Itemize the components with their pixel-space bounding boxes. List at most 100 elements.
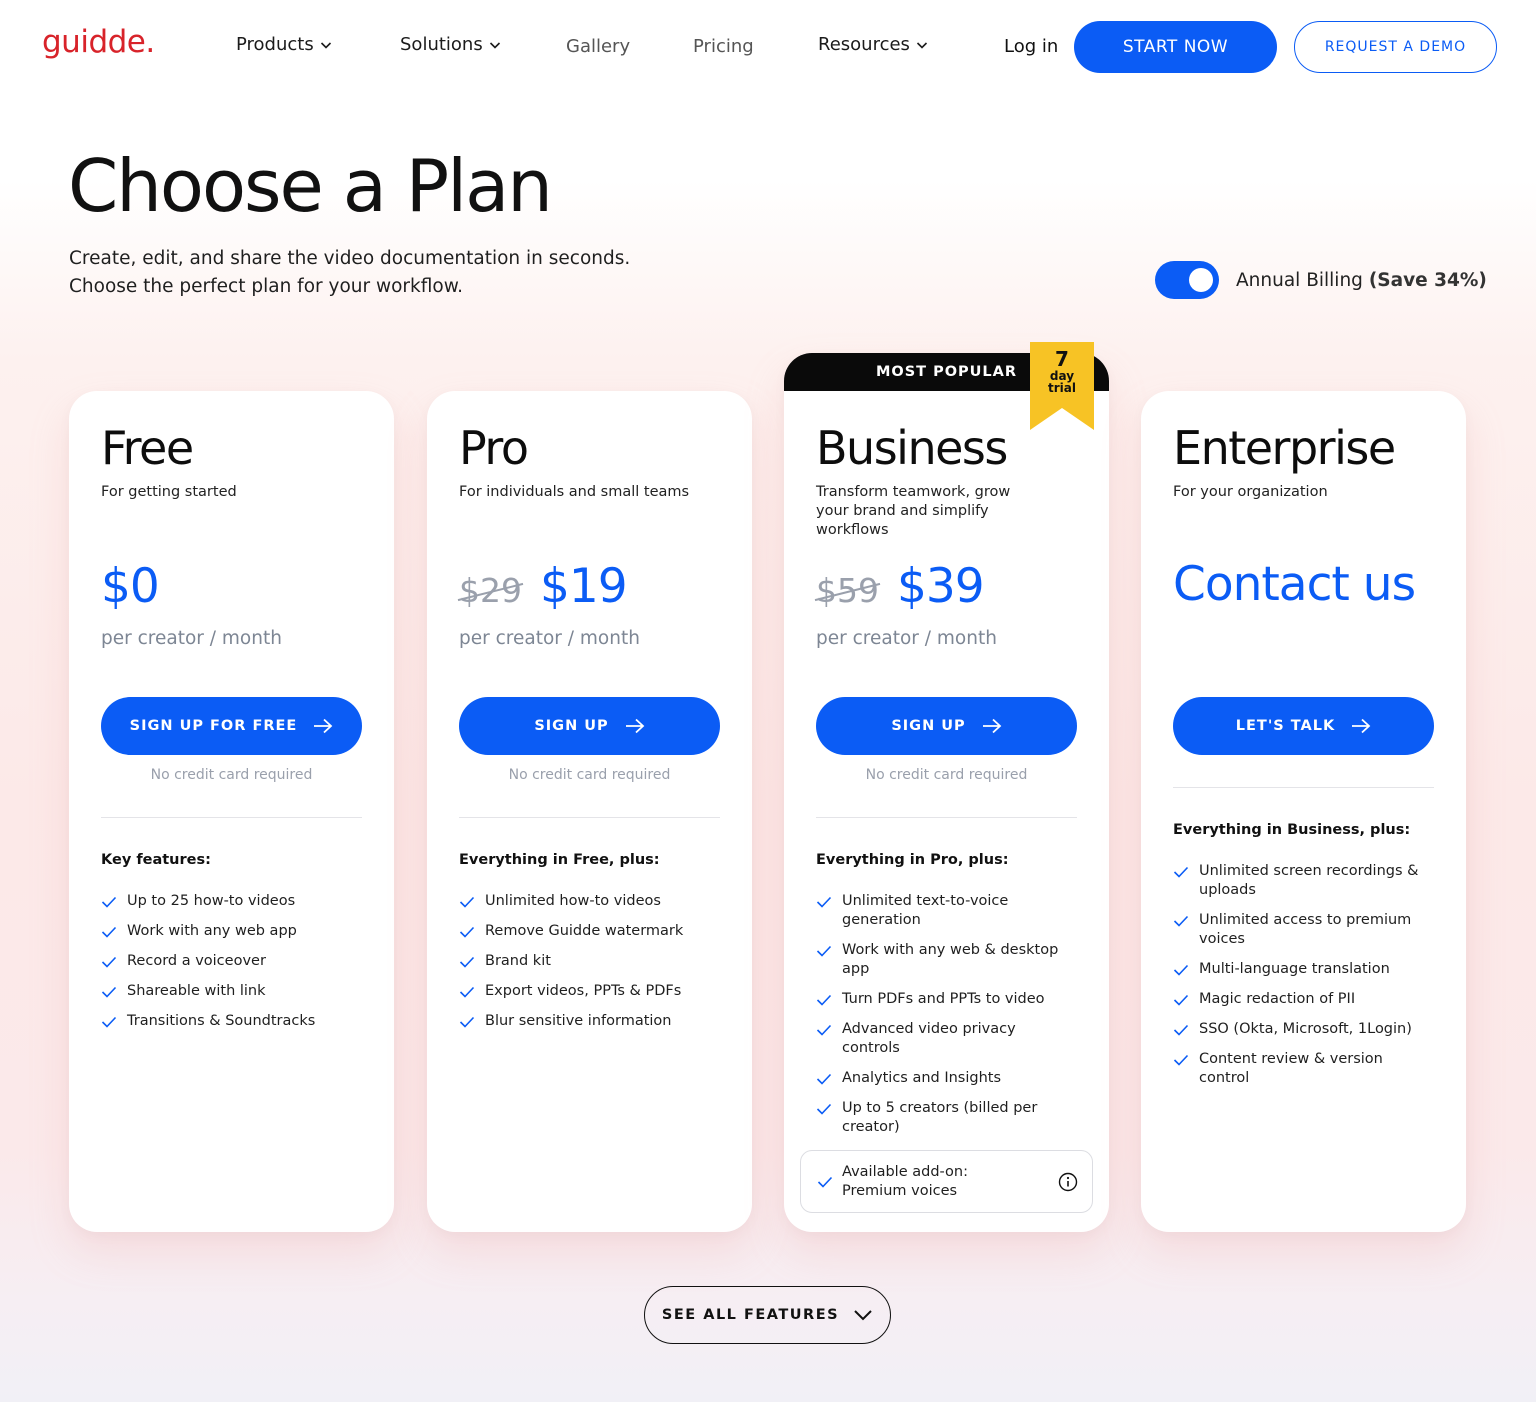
feature-item: Magic redaction of PII (1173, 990, 1435, 1009)
info-icon[interactable] (1058, 1172, 1078, 1192)
top-nav: guidde. Products Solutions Gallery Prici… (0, 0, 1536, 94)
feature-text: Work with any web & desktop app (842, 942, 1059, 977)
check-icon (1173, 1024, 1189, 1036)
feature-item: Multi-language translation (1173, 960, 1435, 979)
feature-item: Turn PDFs and PPTs to video (816, 990, 1078, 1009)
chevron-down-icon (320, 41, 331, 49)
nav-resources-label: Resources (818, 34, 910, 55)
feature-item: Transitions & Soundtracks (101, 1012, 363, 1031)
divider (1173, 787, 1434, 788)
check-icon (101, 956, 117, 968)
feature-text: Unlimited text-to-voice generation (842, 893, 1009, 928)
feature-item: Brand kit (459, 952, 721, 971)
start-now-button[interactable]: START NOW (1074, 21, 1277, 73)
see-all-features-button[interactable]: SEE ALL FEATURES (644, 1286, 891, 1344)
nav-resources[interactable]: Resources (818, 34, 928, 55)
sign-up-free-button[interactable]: SIGN UP FOR FREE (101, 697, 362, 755)
plan-card-business: MOST POPULAR 7 day trial Business Transf… (784, 342, 1109, 1232)
plan-price: $19 (540, 559, 628, 614)
feature-text: Magic redaction of PII (1199, 991, 1356, 1007)
feature-item: Content review & version control (1173, 1050, 1435, 1088)
feature-item: Work with any web & desktop app (816, 941, 1078, 979)
plan-card-free: Free For getting started $0 per creator … (69, 391, 394, 1232)
feature-text: Unlimited screen recordings & uploads (1199, 863, 1419, 898)
nav-products[interactable]: Products (236, 34, 332, 55)
feature-text: Work with any web app (127, 923, 297, 939)
nav-solutions[interactable]: Solutions (400, 34, 501, 55)
feature-text: Up to 25 how-to videos (127, 893, 296, 909)
toggle-knob (1189, 268, 1213, 292)
check-icon (459, 1016, 475, 1028)
check-icon (816, 896, 832, 908)
feature-text: Content review & version control (1199, 1051, 1383, 1086)
feature-item: Remove Guidde watermark (459, 922, 721, 941)
check-icon (1173, 915, 1189, 927)
page-subtitle: Create, edit, and share the video docume… (69, 245, 689, 301)
feature-list: Unlimited text-to-voice generation Work … (816, 892, 1078, 1148)
arrow-right-icon (982, 718, 1001, 734)
feature-text: SSO (Okta, Microsoft, 1Login) (1199, 1021, 1412, 1037)
sign-up-pro-button[interactable]: SIGN UP (459, 697, 720, 755)
cta-label: LET'S TALK (1235, 718, 1336, 734)
arrow-right-icon (1352, 718, 1371, 734)
trial-ribbon: 7 day trial (1030, 348, 1094, 394)
price-row: $59 $39 (816, 559, 985, 614)
feature-text: Shareable with link (127, 983, 266, 999)
check-icon (459, 896, 475, 908)
feature-text: Brand kit (485, 953, 551, 969)
most-popular-label: MOST POPULAR (875, 364, 1018, 380)
plan-old-price: $59 (816, 571, 879, 610)
feature-text: Multi-language translation (1199, 961, 1390, 977)
features-heading: Everything in Pro, plus: (816, 852, 1009, 868)
check-icon (816, 1073, 832, 1085)
addon-box: Available add-on: Premium voices (800, 1150, 1093, 1213)
guidde-logo[interactable]: guidde. (42, 24, 155, 60)
feature-item: Unlimited how-to videos (459, 892, 721, 911)
nav-pricing[interactable]: Pricing (693, 36, 754, 57)
feature-item: Up to 5 creators (billed per creator) (816, 1099, 1078, 1137)
feature-item: Analytics and Insights (816, 1069, 1078, 1088)
feature-item: Export videos, PPTs & PDFs (459, 982, 721, 1001)
check-icon (1173, 964, 1189, 976)
lets-talk-button[interactable]: LET'S TALK (1173, 697, 1434, 755)
features-heading: Key features: (101, 852, 211, 868)
feature-text: Export videos, PPTs & PDFs (485, 983, 682, 999)
chevron-down-icon (854, 1310, 872, 1321)
addon-value: Premium voices (842, 1183, 958, 1199)
no-credit-card-note: No credit card required (508, 767, 671, 783)
addon-text: Available add-on: Premium voices (842, 1163, 968, 1201)
check-icon (1173, 866, 1189, 878)
plan-name: Pro (459, 421, 529, 475)
divider (816, 817, 1077, 818)
cta-label: SIGN UP (891, 718, 966, 734)
feature-list: Up to 25 how-to videos Work with any web… (101, 892, 363, 1042)
nav-products-label: Products (236, 34, 314, 55)
check-icon (101, 896, 117, 908)
arrow-right-icon (625, 718, 644, 734)
feature-text: Up to 5 creators (billed per creator) (842, 1100, 1038, 1135)
nav-solutions-label: Solutions (400, 34, 483, 55)
feature-list: Unlimited how-to videos Remove Guidde wa… (459, 892, 721, 1042)
sign-up-business-button[interactable]: SIGN UP (816, 697, 1077, 755)
login-link[interactable]: Log in (1004, 36, 1058, 57)
feature-item: Unlimited text-to-voice generation (816, 892, 1078, 930)
plan-price: $0 (101, 559, 160, 614)
no-credit-card-note: No credit card required (150, 767, 313, 783)
annual-billing-toggle[interactable] (1155, 261, 1219, 299)
check-icon (817, 1176, 833, 1188)
price-unit: per creator / month (459, 628, 640, 649)
addon-label: Available add-on: (842, 1164, 968, 1180)
chevron-down-icon (916, 41, 928, 49)
annual-billing-label: Annual Billing (Save 34%) (1236, 270, 1487, 291)
check-icon (459, 986, 475, 998)
feature-text: Analytics and Insights (842, 1070, 1002, 1086)
nav-gallery[interactable]: Gallery (566, 36, 630, 57)
price-unit: per creator / month (816, 628, 997, 649)
chevron-down-icon (489, 41, 500, 49)
plan-description: Transform teamwork, grow your brand and … (816, 484, 1011, 538)
request-demo-button[interactable]: REQUEST A DEMO (1294, 21, 1497, 73)
feature-text: Blur sensitive information (485, 1013, 672, 1029)
check-icon (1173, 994, 1189, 1006)
check-icon (459, 956, 475, 968)
price-row: $0 (101, 559, 160, 614)
